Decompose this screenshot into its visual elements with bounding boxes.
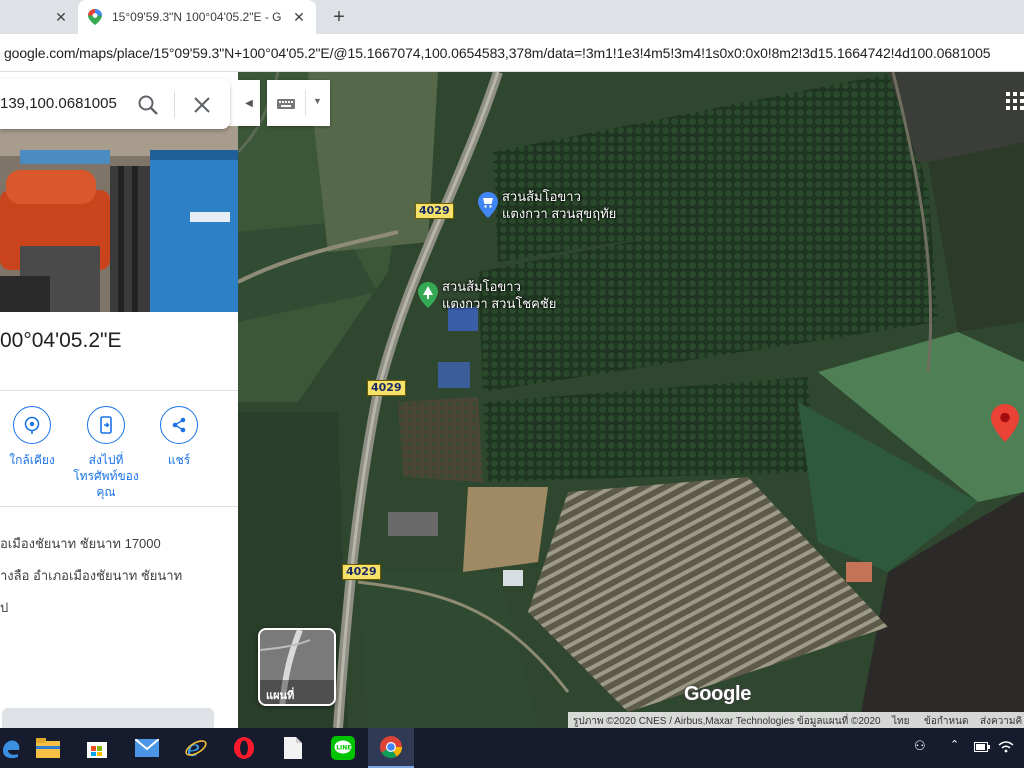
store-icon[interactable] — [74, 728, 120, 768]
road-shield[interactable]: 4029 — [342, 564, 381, 580]
document-icon[interactable] — [270, 728, 316, 768]
send-label-line-1: ส่งไปที่ — [88, 453, 124, 467]
map-type-toggle[interactable]: แผนที่ — [258, 628, 336, 706]
tab-close-icon[interactable]: ✕ — [54, 10, 68, 24]
apps-grid-icon[interactable] — [1006, 92, 1024, 110]
search-divider — [174, 92, 175, 118]
share-label: แชร์ — [167, 453, 191, 467]
svg-text:e: e — [187, 737, 200, 760]
browser-tab-active[interactable]: 15°09'59.3"N 100°04'05.2"E - Go ✕ — [78, 0, 316, 34]
address-text[interactable]: อเมืองชัยนาท ชัยนาท 17000 — [0, 533, 161, 554]
url-text[interactable]: google.com/maps/place/15°09'59.3"N+100°0… — [4, 45, 991, 61]
bottom-card[interactable] — [2, 708, 214, 728]
divider — [305, 90, 306, 116]
browser-tab-previous[interactable]: ✕ — [0, 0, 78, 34]
send-label-line-2: โทรศัพท์ของ — [73, 469, 139, 483]
attribution-bar: รูปภาพ ©2020 CNES / Airbus,Maxar Technol… — [568, 712, 1024, 728]
send-to-phone-icon — [87, 406, 125, 444]
poi-name-line-2: แตงกวา สวนสุขฤทัย — [502, 206, 617, 221]
chevron-down-icon[interactable]: ▼ — [313, 96, 322, 106]
nearby-button[interactable]: ใกล้เคียง — [0, 406, 70, 468]
region-link[interactable]: ไทย — [892, 714, 909, 728]
nearby-icon — [13, 406, 51, 444]
google-logo: Google — [684, 683, 752, 705]
collapse-panel-button[interactable]: ◀ — [238, 80, 260, 126]
people-icon[interactable]: ⚇ — [914, 738, 926, 754]
divider — [0, 506, 238, 507]
opera-icon[interactable] — [221, 728, 267, 768]
nearby-label: ใกล้เคียง — [9, 453, 55, 467]
input-tools-button[interactable]: ▼ — [267, 80, 330, 126]
poi-name-line-1: สวนส้มโอขาว — [502, 189, 581, 204]
divider — [0, 390, 238, 391]
park-pin-icon — [418, 282, 438, 308]
poi-name-line-1: สวนส้มโอขาว — [442, 279, 521, 294]
send-to-phone-label: ส่งไปที่ โทรศัพท์ของ คุณ — [68, 452, 144, 500]
map-type-label: แผนที่ — [266, 690, 295, 702]
svg-text:LINE: LINE — [336, 745, 351, 752]
battery-icon[interactable] — [974, 742, 990, 752]
search-icon[interactable] — [136, 93, 160, 117]
road-shield[interactable]: 4029 — [415, 203, 454, 219]
place-title: 00°04'05.2"E — [0, 329, 122, 352]
poi-name: สวนส้มโอขาว แตงกวา สวนโชคชัย — [442, 278, 556, 312]
mail-icon[interactable] — [124, 728, 170, 768]
send-label-line-3: คุณ — [96, 485, 116, 499]
search-input[interactable]: 139,100.0681005 — [0, 95, 122, 112]
chevron-up-icon[interactable]: ⌃ — [950, 738, 959, 751]
shopping-pin-icon — [478, 192, 498, 218]
plus-code-text[interactable]: างลือ อำเภอเมืองชัยนาท ชัยนาท — [0, 565, 182, 586]
place-side-panel: 139,100.0681005 00°04'05.2"E ใกล้เคียง ส… — [0, 72, 238, 728]
place-photo[interactable] — [0, 126, 238, 312]
imagery-attribution: รูปภาพ ©2020 CNES / Airbus,Maxar Technol… — [573, 716, 881, 727]
new-tab-button[interactable]: + — [328, 6, 350, 28]
terms-link[interactable]: ข้อกำหนด — [924, 714, 968, 728]
info-more-text[interactable]: ป — [0, 597, 8, 618]
google-maps-favicon-icon — [88, 9, 102, 25]
tab-title: 15°09'59.3"N 100°04'05.2"E - Go — [112, 10, 282, 24]
file-explorer-icon[interactable] — [25, 728, 71, 768]
send-to-phone-button[interactable]: ส่งไปที่ โทรศัพท์ของ คุณ — [68, 406, 144, 500]
location-pin-icon[interactable] — [991, 404, 1019, 442]
satellite-imagery — [238, 72, 1024, 728]
chrome-icon[interactable] — [368, 728, 414, 768]
windows-taskbar: e LINE ⚇ ⌃ — [0, 728, 1024, 768]
wifi-icon[interactable] — [998, 741, 1014, 753]
browser-tab-bar: ✕ 15°09'59.3"N 100°04'05.2"E - Go ✕ + — [0, 0, 1024, 34]
address-bar[interactable]: google.com/maps/place/15°09'59.3"N+100°0… — [0, 34, 1024, 72]
share-icon — [160, 406, 198, 444]
poi-name: สวนส้มโอขาว แตงกวา สวนสุขฤทัย — [502, 188, 616, 222]
close-icon[interactable] — [190, 93, 214, 117]
tab-close-icon[interactable]: ✕ — [292, 10, 306, 24]
share-button[interactable]: แชร์ — [141, 406, 217, 468]
keyboard-icon — [277, 99, 295, 109]
road-shield[interactable]: 4029 — [367, 380, 406, 396]
satellite-map[interactable]: ◀ ▼ 4029 4029 4029 สวนส้มโอขาว แตงกวา สว… — [238, 72, 1024, 728]
feedback-link[interactable]: ส่งความคิ — [980, 714, 1022, 728]
internet-explorer-icon[interactable]: e — [173, 728, 219, 768]
line-icon[interactable]: LINE — [320, 728, 366, 768]
search-box: 139,100.0681005 — [0, 79, 230, 129]
poi-name-line-2: แตงกวา สวนโชคชัย — [442, 296, 557, 311]
